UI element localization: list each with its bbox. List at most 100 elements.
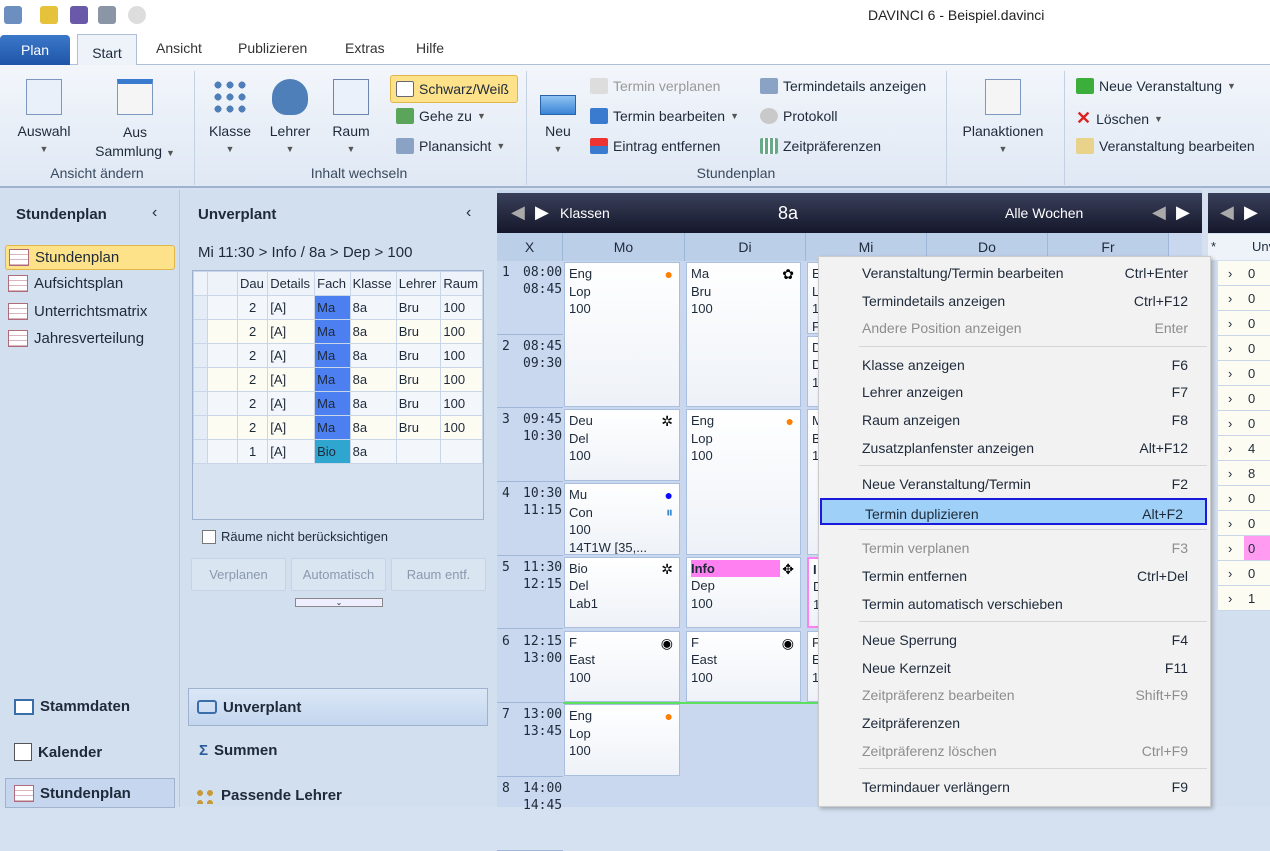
table-row[interactable]: › 0 [1218, 486, 1270, 511]
menu-item[interactable]: Neue Sperrung F4 [819, 626, 1210, 653]
table-row[interactable]: › 0 [1218, 511, 1270, 536]
neue-veranstaltung-button[interactable]: Neue Veranstaltung ▼ [1076, 78, 1236, 94]
sidebar-item-stundenplan[interactable]: Stundenplan [5, 245, 175, 270]
menu-item[interactable]: Lehrer anzeigen F7 [819, 378, 1210, 405]
automatisch-button[interactable]: Automatisch [291, 558, 386, 591]
nav-unverplant[interactable]: Unverplant [188, 688, 488, 726]
tab-publizieren[interactable]: Publizieren [238, 40, 307, 56]
raum-button[interactable]: Raum ▼ [328, 79, 374, 155]
prev-icon[interactable]: ◀ [1220, 202, 1234, 223]
termindetails-button[interactable]: Termindetails anzeigen [760, 78, 926, 94]
eintrag-entfernen-button[interactable]: Eintrag entfernen [590, 138, 720, 154]
table-row[interactable]: 2 [A] Ma 8a Bru 100 [193, 391, 483, 416]
collapse-icon[interactable]: ‹ [152, 204, 157, 222]
zeitpraeferenzen-button[interactable]: Zeitpräferenzen [760, 138, 881, 154]
nav-summen[interactable]: Σ Summen [199, 742, 277, 759]
menu-item[interactable]: Zusatzplanfenster anzeigen Alt+F12 [819, 434, 1210, 461]
lesson-block[interactable]: Eng Lop 100 ● [564, 262, 680, 408]
loeschen-button[interactable]: ✕ Löschen ▼ [1076, 108, 1163, 129]
table-row[interactable]: › 0 [1218, 261, 1270, 286]
menu-item[interactable]: Andere Position anzeigen Enter [819, 314, 1210, 341]
menu-item[interactable]: Termindetails anzeigen Ctrl+F12 [819, 287, 1210, 314]
nav-passende-lehrer[interactable]: Passende Lehrer [195, 787, 342, 804]
table-row[interactable]: › 0 [1218, 311, 1270, 336]
menu-item[interactable]: Termindauer verlängern F9 [819, 773, 1210, 800]
lesson-block[interactable]: F East 100 ◉ [564, 630, 680, 703]
column-header[interactable]: Dau [236, 271, 269, 296]
menu-item[interactable]: Zeitpräferenz löschen Ctrl+F9 [819, 737, 1210, 764]
open-icon[interactable] [40, 6, 58, 24]
table-row[interactable]: › 8 [1218, 461, 1270, 486]
table-row[interactable]: 2 [A] Ma 8a Bru 100 [193, 367, 483, 392]
auswahl-button[interactable]: Auswahl ▼ [14, 79, 74, 155]
menu-item[interactable]: Raum anzeigen F8 [819, 406, 1210, 433]
raum-entf-button[interactable]: Raum entf. [391, 558, 486, 591]
print-icon[interactable] [98, 6, 116, 24]
menu-item[interactable]: Termin entfernen Ctrl+Del [819, 562, 1210, 589]
klasse-button[interactable]: Klasse ▼ [206, 79, 254, 155]
tab-plan[interactable]: Plan [0, 35, 70, 65]
neu-button[interactable]: Neu ▼ [536, 79, 580, 155]
view-mode[interactable]: Klassen [560, 205, 610, 221]
tab-ansicht[interactable]: Ansicht [156, 40, 202, 56]
menu-item[interactable]: Zeitpräferenzen [819, 709, 1210, 736]
planansicht-button[interactable]: Planansicht ▼ [396, 138, 505, 154]
menu-item[interactable]: Termin verplanen F3 [819, 534, 1210, 561]
lesson-block[interactable]: Mu Con 100 14T1W [35,... ● ⏸ [564, 483, 680, 555]
next-icon[interactable]: ▶ [535, 202, 549, 223]
gehe-zu-button[interactable]: Gehe zu ▼ [396, 108, 486, 124]
menu-item[interactable]: Neue Veranstaltung/Termin F2 [819, 470, 1210, 497]
protokoll-button[interactable]: Protokoll [760, 108, 837, 124]
sidebar-item-jahresverteilung[interactable]: Jahresverteilung [8, 330, 144, 347]
next-icon[interactable]: ▶ [1244, 202, 1258, 223]
nav-stundenplan[interactable]: Stundenplan [5, 778, 175, 808]
expand-handle[interactable]: ⌄ [295, 598, 383, 607]
table-row[interactable]: › 1 [1218, 586, 1270, 611]
prev-week-icon[interactable]: ◀ [1152, 202, 1166, 223]
table-row[interactable]: › 0 [1218, 336, 1270, 361]
table-row[interactable]: › 0 [1218, 286, 1270, 311]
table-row[interactable]: › 0 [1218, 361, 1270, 386]
nav-kalender[interactable]: Kalender [14, 743, 102, 761]
termin-verplanen-button[interactable]: Termin verplanen [590, 78, 720, 94]
lesson-block[interactable]: Deu Del 100 ✲ [564, 409, 680, 482]
refresh-icon[interactable] [128, 6, 146, 24]
next-week-icon[interactable]: ▶ [1176, 202, 1190, 223]
raeume-checkbox[interactable]: Räume nicht berücksichtigen [202, 529, 388, 544]
prev-icon[interactable]: ◀ [511, 202, 525, 223]
aus-sammlung-button[interactable]: Aus Sammlung ▼ [90, 79, 180, 163]
tab-start[interactable]: Start [77, 34, 137, 66]
schwarzweiss-button[interactable]: Schwarz/Weiß [390, 75, 518, 103]
lesson-block[interactable]: F East 100 ◉ [686, 630, 801, 703]
column-header[interactable]: Klasse [349, 271, 397, 296]
lehrer-button[interactable]: Lehrer ▼ [266, 79, 314, 155]
column-header-day[interactable]: X [497, 233, 563, 261]
weeks-selector[interactable]: Alle Wochen [1005, 205, 1083, 221]
menu-item[interactable]: Neue Kernzeit F11 [819, 654, 1210, 681]
table-row[interactable]: 1 [A] Bio 8a [193, 439, 483, 464]
column-header[interactable]: Lehrer [395, 271, 442, 296]
save-icon[interactable] [70, 6, 88, 24]
table-row[interactable]: › 0 [1218, 386, 1270, 411]
nav-stammdaten[interactable]: Stammdaten [14, 698, 130, 715]
sidebar-item-unterrichtsmatrix[interactable]: Unterrichtsmatrix [8, 303, 147, 320]
lesson-block[interactable]: Eng Lop 100 ● [686, 409, 801, 555]
menu-item[interactable]: Termin duplizieren Alt+F2 [820, 497, 1207, 525]
menu-item[interactable]: Klasse anzeigen F6 [819, 351, 1210, 378]
tab-extras[interactable]: Extras [345, 40, 385, 56]
column-header-day[interactable]: Di [685, 233, 806, 261]
table-row[interactable]: 2 [A] Ma 8a Bru 100 [193, 295, 483, 320]
table-row[interactable]: › 0 [1218, 536, 1270, 561]
planaktionen-button[interactable]: Planaktionen ▼ [956, 79, 1050, 155]
table-row[interactable]: 2 [A] Ma 8a Bru 100 [193, 343, 483, 368]
termin-bearbeiten-button[interactable]: Termin bearbeiten ▼ [590, 108, 739, 124]
table-row[interactable]: › 0 [1218, 411, 1270, 436]
column-header-day[interactable]: Mo [563, 233, 685, 261]
table-row[interactable]: › 4 [1218, 436, 1270, 461]
column-header[interactable]: Raum [440, 271, 483, 296]
table-row[interactable]: 2 [A] Ma 8a Bru 100 [193, 415, 483, 440]
sidebar-item-aufsichtsplan[interactable]: Aufsichtsplan [8, 275, 123, 292]
verplanen-button[interactable]: Verplanen [191, 558, 286, 591]
column-header[interactable]: Details [267, 271, 316, 296]
menu-item[interactable]: Termin automatisch verschieben [819, 590, 1210, 617]
